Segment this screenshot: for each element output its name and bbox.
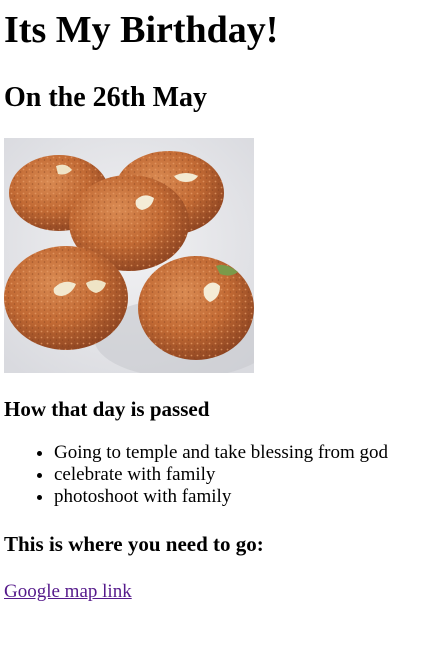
page-subtitle: On the 26th May — [4, 82, 207, 113]
list-item: photoshoot with family — [54, 486, 436, 508]
day-section-heading: How that day is passed — [4, 397, 210, 421]
sweets-photo — [4, 138, 254, 373]
activity-list: Going to temple and take blessing from g… — [4, 442, 436, 508]
google-map-link[interactable]: Google map link — [4, 581, 132, 603]
where-section-heading: This is where you need to go: — [4, 532, 264, 556]
list-item: Going to temple and take blessing from g… — [54, 442, 436, 464]
list-item: celebrate with family — [54, 464, 436, 486]
page-title: Its My Birthday! — [4, 9, 279, 51]
page: Its My Birthday! On the 26th May How tha… — [0, 0, 436, 603]
